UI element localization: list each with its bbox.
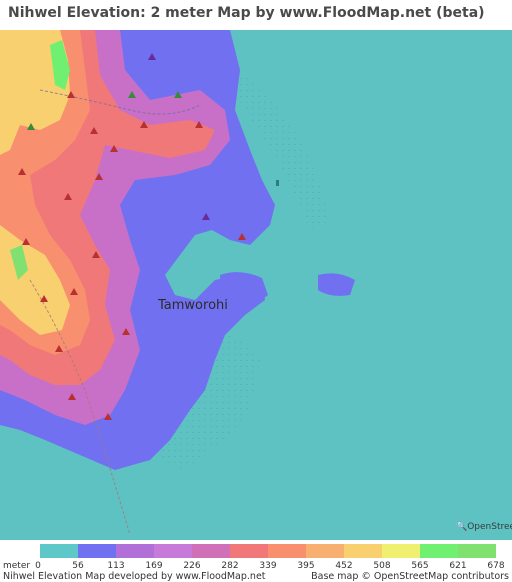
legend-tick-label: 113	[107, 561, 125, 571]
legend-swatch	[230, 544, 268, 558]
legend-tick-label: 56	[72, 561, 84, 571]
legend-tick-label: 282	[221, 561, 239, 571]
title-bar: Nihwel Elevation: 2 meter Map by www.Flo…	[0, 0, 512, 30]
osm-magnifier-icon: 🔍	[456, 522, 468, 532]
place-label: Tamworohi	[158, 298, 228, 313]
legend-unit-label: meter	[3, 561, 31, 571]
elevation-map[interactable]: Tamworohi 🔍OpenStreetMap	[0, 30, 512, 540]
legend-swatch	[78, 544, 116, 558]
legend-color-bar	[40, 544, 496, 558]
map-canvas[interactable]	[0, 30, 512, 540]
legend-swatch	[382, 544, 420, 558]
legend-tick-label: 452	[335, 561, 353, 571]
legend-tick-label: 226	[183, 561, 201, 571]
legend-swatch	[154, 544, 192, 558]
legend-swatch	[40, 544, 78, 558]
shoal-marker	[276, 180, 279, 186]
legend-swatch	[344, 544, 382, 558]
legend-tick-label: 621	[449, 561, 467, 571]
legend-swatch	[192, 544, 230, 558]
footer-credit-left: Nihwel Elevation Map developed by www.Fl…	[3, 571, 266, 582]
legend-tick-label: 169	[145, 561, 163, 571]
footer-credit-right: Base map © OpenStreetMap contributors	[311, 571, 509, 582]
legend-tick-label: 565	[411, 561, 429, 571]
legend-tick-label: 508	[373, 561, 391, 571]
legend-swatch	[116, 544, 154, 558]
legend-swatch	[306, 544, 344, 558]
legend-swatch	[268, 544, 306, 558]
openstreetmap-logo: 🔍OpenStreetMap	[456, 522, 512, 532]
legend-tick-label: 0	[35, 561, 41, 571]
legend-tick-label: 395	[297, 561, 315, 571]
osm-logo-text: OpenStreetMap	[467, 522, 512, 532]
legend-swatch	[458, 544, 496, 558]
legend-tick-label: 678	[487, 561, 505, 571]
legend-tick-label: 339	[259, 561, 277, 571]
elevation-legend: meter 0 56 113 169 226 282 339 395 452 508 565 621 6…	[0, 540, 512, 582]
legend-swatch	[420, 544, 458, 558]
map-title: Nihwel Elevation: 2 meter Map by www.Flo…	[8, 5, 485, 21]
